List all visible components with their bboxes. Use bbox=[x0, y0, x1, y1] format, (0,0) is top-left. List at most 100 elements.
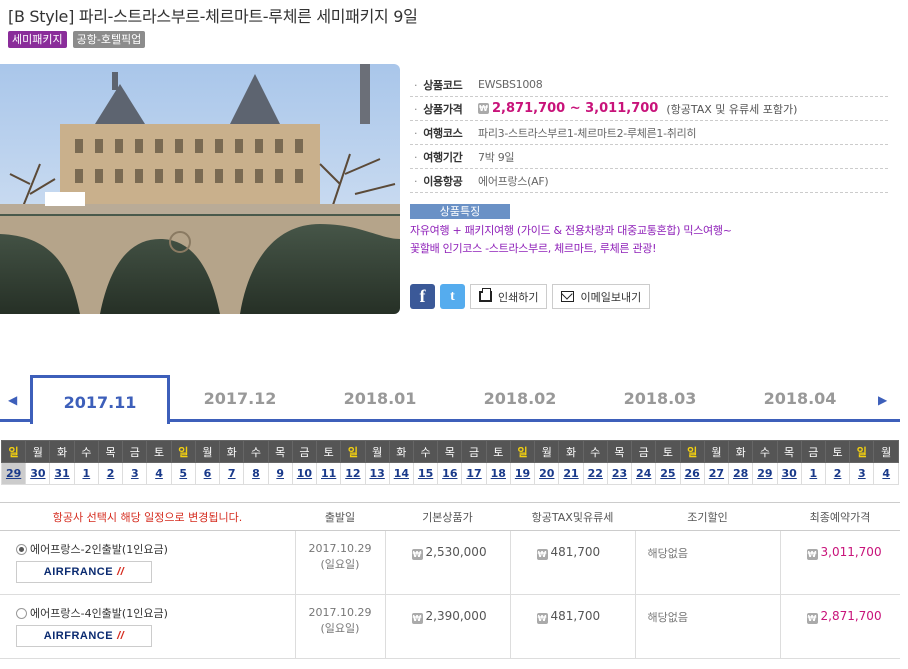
calendar-day[interactable]: 24 bbox=[631, 462, 657, 485]
calendar-day[interactable]: 26 bbox=[679, 462, 705, 485]
calendar-day[interactable]: 19 bbox=[509, 462, 536, 485]
calendar-day[interactable]: 1 bbox=[73, 462, 99, 485]
prev-month-arrow-icon[interactable]: ◀ bbox=[8, 393, 17, 407]
twitter-icon[interactable]: t bbox=[440, 284, 465, 309]
product-badges: 세미패키지 공항-호텔픽업 bbox=[8, 31, 146, 48]
weekday-cell: 토 bbox=[824, 440, 851, 463]
calendar-day[interactable]: 16 bbox=[437, 462, 463, 485]
calendar-day[interactable]: 8 bbox=[243, 462, 269, 485]
badge-semi-package: 세미패키지 bbox=[8, 31, 67, 48]
flight-row: 에어프랑스-4인출발(1인요금) AIRFRANCE// 2017.10.29 … bbox=[0, 594, 900, 659]
month-tab[interactable]: 2018.01 bbox=[310, 375, 450, 422]
calendar-day[interactable]: 2 bbox=[824, 462, 851, 485]
base-price: 2,390,000 bbox=[425, 609, 487, 623]
calendar-day[interactable]: 10 bbox=[291, 462, 318, 485]
weekday-cell: 일 bbox=[0, 440, 27, 463]
airline: 에어프랑스(AF) bbox=[478, 174, 549, 188]
calendar-day[interactable]: 31 bbox=[49, 462, 75, 485]
weekday-cell: 화 bbox=[219, 440, 245, 463]
calendar-day[interactable]: 9 bbox=[267, 462, 293, 485]
email-button[interactable]: 이메일보내기 bbox=[552, 284, 651, 309]
calendar-day[interactable]: 22 bbox=[582, 462, 608, 485]
calendar-day[interactable]: 1 bbox=[800, 462, 826, 485]
envelope-icon bbox=[561, 291, 575, 302]
departure-weekday: (일요일) bbox=[320, 558, 360, 571]
won-icon: ₩ bbox=[536, 613, 548, 624]
early-discount: 해당없음 bbox=[634, 530, 780, 595]
final-price: 3,011,700 bbox=[820, 545, 882, 559]
departure-date: 2017.10.29 bbox=[308, 542, 372, 555]
weekday-cell: 토 bbox=[655, 440, 681, 463]
month-tab[interactable]: 2018.04 bbox=[730, 375, 870, 422]
calendar-day[interactable]: 29 bbox=[0, 462, 27, 485]
calendar-day[interactable]: 29 bbox=[752, 462, 778, 485]
weekday-cell: 수 bbox=[412, 440, 439, 463]
won-icon: ₩ bbox=[411, 613, 423, 624]
calendar-day[interactable]: 13 bbox=[364, 462, 390, 485]
facebook-icon[interactable]: f bbox=[410, 284, 435, 309]
calendar-day[interactable]: 30 bbox=[776, 462, 802, 485]
radio-button[interactable] bbox=[16, 607, 27, 619]
col-base-price: 기본상품가 bbox=[385, 502, 510, 531]
calendar-day[interactable]: 12 bbox=[340, 462, 366, 485]
flight-option-label: 에어프랑스-2인출발(1인요금) bbox=[30, 543, 168, 556]
print-button[interactable]: 인쇄하기 bbox=[470, 284, 548, 309]
calendar-day[interactable]: 27 bbox=[703, 462, 730, 485]
base-price: 2,530,000 bbox=[425, 545, 487, 559]
next-month-arrow-icon[interactable]: ▶ bbox=[878, 393, 887, 407]
month-tab[interactable]: 2017.12 bbox=[170, 375, 310, 422]
month-tab[interactable]: 2018.02 bbox=[450, 375, 590, 422]
calendar-day[interactable]: 21 bbox=[558, 462, 584, 485]
calendar-day[interactable]: 3 bbox=[849, 462, 875, 485]
weekday-row: 일월화수목금토일월화수목금토일월화수목금토일월화수목금토일월화수목금토일월 bbox=[0, 440, 899, 463]
weekday-cell: 월 bbox=[364, 440, 390, 463]
flight-option-radio[interactable]: 에어프랑스-2인출발(1인요금) bbox=[16, 541, 295, 557]
flight-row: 에어프랑스-2인출발(1인요금) AIRFRANCE// 2017.10.29 … bbox=[0, 530, 900, 595]
month-tab[interactable]: 2018.03 bbox=[590, 375, 730, 422]
weekday-cell: 토 bbox=[316, 440, 342, 463]
won-icon: ₩ bbox=[806, 613, 818, 624]
calendar-day[interactable]: 6 bbox=[194, 462, 221, 485]
weekday-cell: 일 bbox=[509, 440, 536, 463]
calendar-day[interactable]: 3 bbox=[122, 462, 148, 485]
calendar-day[interactable]: 4 bbox=[873, 462, 899, 485]
calendar-day[interactable]: 2 bbox=[97, 462, 124, 485]
calendar-day[interactable]: 4 bbox=[146, 462, 172, 485]
final-price-cell: ₩3,011,700 bbox=[779, 530, 900, 595]
flight-header-row: 항공사 선택시 해당 일정으로 변경됩니다. 출발일 기본상품가 항공TAX및유… bbox=[0, 502, 900, 531]
print-label: 인쇄하기 bbox=[498, 290, 539, 304]
share-bar: f t 인쇄하기 이메일보내기 bbox=[410, 284, 651, 309]
month-tab-active[interactable]: 2017.11 bbox=[30, 375, 170, 424]
weekday-cell: 일 bbox=[679, 440, 705, 463]
calendar-day[interactable]: 7 bbox=[219, 462, 245, 485]
calendar-day[interactable]: 20 bbox=[534, 462, 560, 485]
weekday-cell: 목 bbox=[267, 440, 293, 463]
radio-button-selected[interactable] bbox=[16, 543, 27, 555]
calendar-day[interactable]: 5 bbox=[170, 462, 196, 485]
weekday-cell: 목 bbox=[97, 440, 124, 463]
info-label: 상품가격 bbox=[410, 101, 478, 117]
weekday-cell: 목 bbox=[606, 440, 633, 463]
weekday-cell: 수 bbox=[243, 440, 269, 463]
calendar-day[interactable]: 18 bbox=[485, 462, 511, 485]
calendar-day[interactable]: 28 bbox=[728, 462, 754, 485]
calendar-day[interactable]: 17 bbox=[461, 462, 487, 485]
col-early-discount: 조기할인 bbox=[635, 502, 780, 531]
calendar-day[interactable]: 14 bbox=[388, 462, 414, 485]
calendar-day[interactable]: 30 bbox=[25, 462, 51, 485]
calendar-day[interactable]: 25 bbox=[655, 462, 681, 485]
tax-price: 481,700 bbox=[550, 609, 601, 623]
flight-option-radio[interactable]: 에어프랑스-4인출발(1인요금) bbox=[16, 605, 295, 621]
departure-weekday: (일요일) bbox=[320, 622, 360, 635]
calendar-day[interactable]: 11 bbox=[316, 462, 342, 485]
calendar-day[interactable]: 15 bbox=[412, 462, 439, 485]
base-price-cell: ₩2,530,000 bbox=[384, 530, 510, 595]
tax-cell: ₩481,700 bbox=[509, 594, 635, 659]
calendar-day[interactable]: 23 bbox=[606, 462, 633, 485]
logo-slash-icon: // bbox=[117, 630, 125, 642]
info-row-code: 상품코드 EWSBS1008 bbox=[410, 73, 888, 97]
col-tax: 항공TAX및유류세 bbox=[510, 502, 635, 531]
info-label: 이용항공 bbox=[410, 173, 478, 189]
won-icon: ₩ bbox=[536, 549, 548, 560]
travel-period: 7박 9일 bbox=[478, 150, 515, 164]
